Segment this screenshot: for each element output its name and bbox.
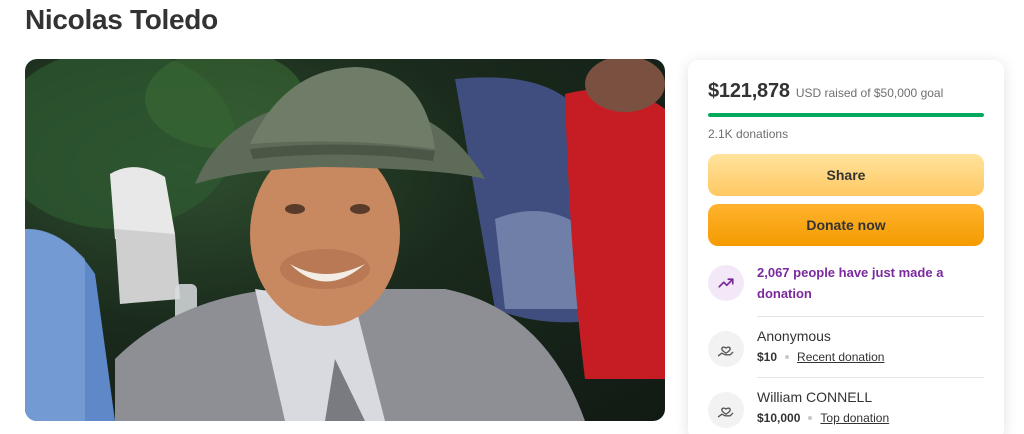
- donor-heart-hand-icon: [708, 331, 744, 367]
- raised-goal-text: USD raised of $50,000 goal: [795, 86, 944, 100]
- donor-name: William CONNELL: [757, 389, 873, 405]
- donate-now-button[interactable]: Donate now: [708, 204, 984, 246]
- donations-count: 2.1K donations: [708, 127, 789, 141]
- trending-up-icon: [708, 265, 744, 301]
- top-donation-link[interactable]: Top donation: [820, 410, 889, 426]
- donor-amount: $10: [757, 350, 778, 364]
- campaign-title: Nicolas Toledo: [25, 4, 218, 35]
- donor-item: William CONNELL $10,000 Top donation: [708, 378, 984, 434]
- goal-progress-fill: [708, 113, 984, 117]
- share-button[interactable]: Share: [708, 154, 984, 196]
- campaign-photo: [25, 59, 665, 421]
- raised-amount: $121,878: [708, 80, 790, 102]
- goal-progress-bar: [708, 113, 984, 117]
- recent-activity-notice: 2,067 people have just made a donation: [708, 262, 984, 304]
- donation-card: $121,878 USD raised of $50,000 goal 2.1K…: [688, 60, 1004, 434]
- donor-item: Anonymous $10 Recent donation: [708, 317, 984, 377]
- raised-summary: $121,878 USD raised of $50,000 goal: [708, 80, 984, 103]
- donor-name: Anonymous: [757, 328, 831, 344]
- donor-amount: $10,000: [757, 411, 801, 425]
- recent-activity-text: 2,067 people have just made a donation: [757, 265, 944, 301]
- recent-donation-link[interactable]: Recent donation: [797, 349, 884, 365]
- donor-heart-hand-icon: [708, 392, 744, 428]
- separator-dot: [785, 355, 790, 359]
- separator-dot: [808, 416, 813, 420]
- campaign-photo-illustration: [25, 59, 665, 421]
